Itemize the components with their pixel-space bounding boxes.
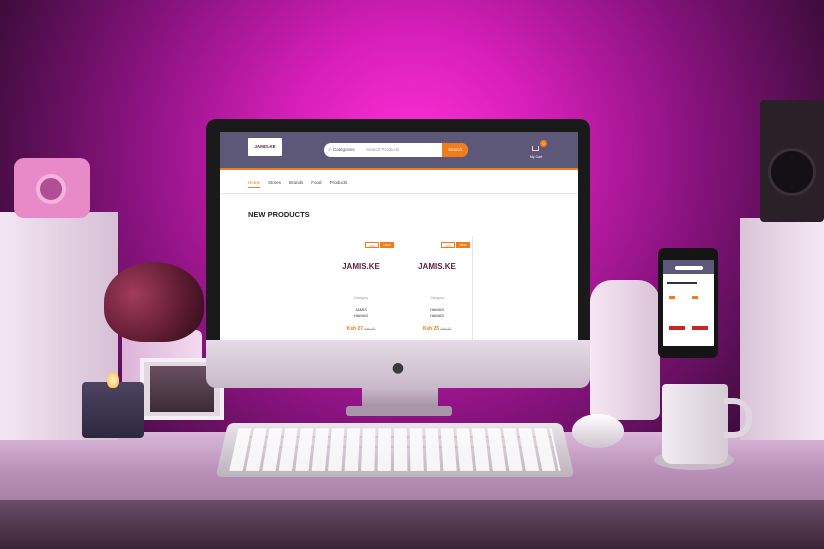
nav-products[interactable]: Products	[330, 178, 348, 188]
product-badges: -10% NEW	[365, 242, 394, 248]
flowers	[104, 262, 204, 342]
thumb-statue	[590, 280, 660, 420]
apple-logo-icon: ●	[391, 360, 405, 376]
current-price: Ksh 25	[422, 326, 440, 332]
right-shelf	[740, 218, 824, 440]
nav-brands[interactable]: Brands	[289, 178, 303, 188]
cart-icon	[532, 146, 539, 151]
main-nav: Home Stores Brands Food Products	[248, 178, 347, 188]
nav-food[interactable]: Food	[311, 178, 321, 188]
product-name[interactable]: JAMIS HAMAS	[324, 307, 398, 319]
monitor-screen: JAMIS.KE ✓ Categories Search Products Se…	[220, 132, 578, 340]
section-title: NEW PRODUCTS	[248, 210, 310, 219]
phone-site-header	[663, 260, 714, 274]
new-badge: NEW	[380, 242, 394, 248]
cart-count-badge: 0	[540, 140, 547, 147]
speaker	[760, 100, 824, 222]
phone-product-card	[690, 296, 710, 332]
speaker-grill	[768, 148, 816, 196]
keyboard	[215, 423, 575, 477]
nav-home[interactable]: Home	[248, 178, 261, 188]
product-image[interactable]: JAMIS.KE	[330, 256, 392, 278]
phone-badge	[692, 296, 698, 299]
imac-stand-base	[346, 406, 452, 416]
search-bar: ✓ Categories Search Products Search	[324, 143, 468, 157]
old-price: Ksh 30	[440, 327, 452, 331]
sale-badge: -10%	[441, 242, 455, 248]
phone-search-bar	[675, 266, 703, 270]
candle-flame	[107, 372, 119, 388]
current-price: Ksh 27	[346, 326, 364, 332]
product-price: Ksh 25 Ksh 30	[400, 326, 474, 332]
instant-camera	[14, 158, 90, 218]
candle	[82, 372, 144, 438]
product-category: Category	[353, 296, 369, 300]
keyboard-keys	[229, 428, 561, 471]
camera-lens	[36, 174, 66, 204]
search-input[interactable]: Search Products	[366, 143, 436, 157]
cart-label: My Cart	[530, 155, 543, 159]
desk-edge	[0, 500, 824, 549]
nav-divider	[220, 193, 578, 194]
search-button[interactable]: Search	[442, 143, 468, 157]
old-price: Ksh 30	[364, 327, 376, 331]
site-header: JAMIS.KE ✓ Categories Search Products Se…	[220, 132, 578, 170]
product-card[interactable]: -10% NEW JAMIS.KE Category HAMAS HAMAS K…	[400, 240, 474, 336]
product-card[interactable]: -10% NEW JAMIS.KE Category JAMIS HAMAS K…	[324, 240, 398, 336]
sale-badge: -10%	[365, 242, 379, 248]
product-image[interactable]: JAMIS.KE	[406, 256, 468, 278]
product-name-line: HAMAS	[429, 313, 445, 318]
new-badge: NEW	[456, 242, 470, 248]
mouse	[572, 414, 624, 448]
mug	[662, 384, 728, 464]
category-select[interactable]: ✓ Categories	[328, 143, 355, 157]
phone-add-button	[692, 326, 708, 330]
phone-add-button	[669, 326, 685, 330]
phone-product-card	[667, 296, 687, 332]
product-category: Category	[429, 296, 445, 300]
product-name[interactable]: HAMAS HAMAS	[400, 307, 474, 319]
phone-screen	[663, 260, 714, 346]
cart-button[interactable]: 0 My Cart	[530, 140, 548, 160]
product-price: Ksh 27 Ksh 30	[324, 326, 398, 332]
photo	[150, 366, 214, 412]
phone-section-title	[667, 282, 697, 284]
product-badges: -10% NEW	[441, 242, 470, 248]
phone-badge	[669, 296, 675, 299]
product-divider	[472, 236, 473, 340]
nav-stores[interactable]: Stores	[268, 178, 281, 188]
site-logo[interactable]: JAMIS.KE	[248, 138, 282, 156]
product-name-line: HAMAS	[353, 313, 369, 318]
